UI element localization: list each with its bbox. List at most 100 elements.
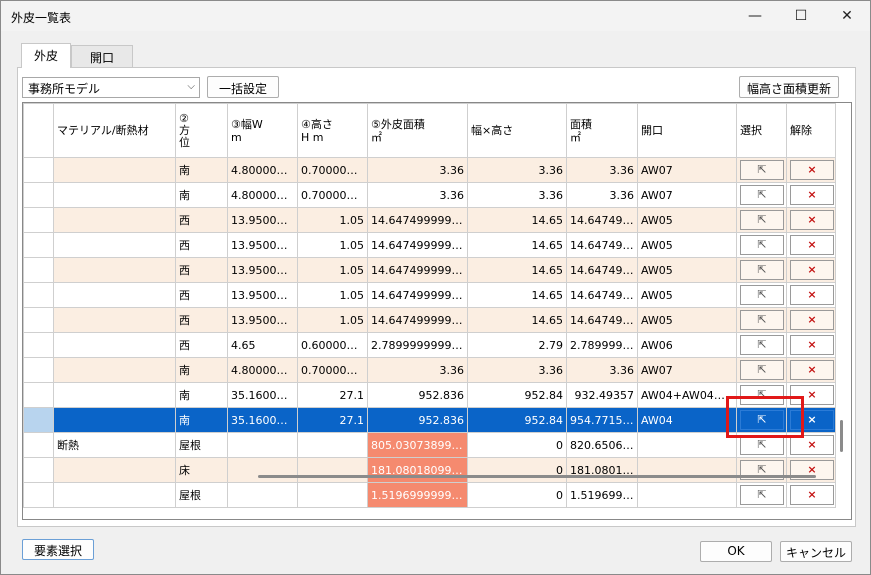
cursor-icon[interactable]: ⇱ xyxy=(740,260,784,280)
cell-area[interactable]: 3.36 xyxy=(367,182,468,208)
cell-width[interactable]: 35.160000... xyxy=(227,382,298,408)
cell-release[interactable]: × xyxy=(786,232,836,258)
cell-material[interactable] xyxy=(53,157,176,183)
cell-orientation[interactable]: 西 xyxy=(175,232,228,258)
col-header-release[interactable]: 解除 xyxy=(786,103,836,158)
cell-release[interactable]: × xyxy=(786,457,836,483)
col-header-orientation[interactable]: ②方位 xyxy=(175,103,228,158)
cell-select[interactable]: ⇱ xyxy=(736,157,787,183)
cell-height[interactable] xyxy=(297,482,368,508)
cell-select[interactable]: ⇱ xyxy=(736,282,787,308)
cursor-icon[interactable]: ⇱ xyxy=(740,485,784,505)
cell-area[interactable]: 3.36 xyxy=(367,357,468,383)
cell-width[interactable]: 4.8000000... xyxy=(227,157,298,183)
col-header-height[interactable]: ④高さ H m xyxy=(297,103,368,158)
cell-material[interactable] xyxy=(53,232,176,258)
cell-area[interactable]: 14.64749999999... xyxy=(367,282,468,308)
cell-wxh[interactable]: 14.65 xyxy=(467,207,567,233)
cell-height[interactable]: 1.05 xyxy=(297,207,368,233)
cell-wxh[interactable]: 14.65 xyxy=(467,282,567,308)
col-header-wxh[interactable]: 幅×高さ xyxy=(467,103,567,158)
cell-wxh[interactable]: 14.65 xyxy=(467,307,567,333)
cell-height[interactable]: 1.05 xyxy=(297,257,368,283)
cursor-icon[interactable]: ⇱ xyxy=(740,235,784,255)
cell-width[interactable]: 13.950000... xyxy=(227,307,298,333)
cell-select[interactable]: ⇱ xyxy=(736,482,787,508)
cell-select[interactable]: ⇱ xyxy=(736,457,787,483)
row-header-cell[interactable] xyxy=(23,307,54,333)
row-header-cell[interactable] xyxy=(23,457,54,483)
cell-select[interactable]: ⇱ xyxy=(736,182,787,208)
cell-material[interactable] xyxy=(53,357,176,383)
cell-orientation[interactable]: 西 xyxy=(175,207,228,233)
cell-select[interactable]: ⇱ xyxy=(736,257,787,283)
cell-area[interactable]: 2.789999999999... xyxy=(367,332,468,358)
cell-orientation[interactable]: 南 xyxy=(175,157,228,183)
row-header-cell[interactable] xyxy=(23,182,54,208)
cell-orientation[interactable]: 西 xyxy=(175,282,228,308)
tab-kaikou[interactable]: 開口 xyxy=(71,45,133,67)
cell-area[interactable]: 14.64749999999... xyxy=(367,307,468,333)
cell-wxh[interactable]: 0 xyxy=(467,457,567,483)
cell-height[interactable]: 0.7000000... xyxy=(297,157,368,183)
cell-width[interactable]: 13.950000... xyxy=(227,257,298,283)
cell-opening[interactable] xyxy=(637,482,737,508)
cell-opening[interactable]: AW05 xyxy=(637,282,737,308)
cell-select[interactable]: ⇱ xyxy=(736,307,787,333)
cell-height[interactable]: 1.05 xyxy=(297,232,368,258)
cursor-icon[interactable]: ⇱ xyxy=(740,210,784,230)
row-header-cell[interactable] xyxy=(23,257,54,283)
row-header-cell[interactable] xyxy=(23,482,54,508)
cell-opening[interactable]: AW05 xyxy=(637,232,737,258)
row-header-cell[interactable] xyxy=(23,282,54,308)
cell-orientation[interactable]: 南 xyxy=(175,407,228,433)
cell-wxh[interactable]: 3.36 xyxy=(467,157,567,183)
col-header-area[interactable]: ⑤外皮面積㎡ xyxy=(367,103,468,158)
cell-material[interactable] xyxy=(53,457,176,483)
cell-release[interactable]: × xyxy=(786,257,836,283)
table-row[interactable]: 断熱 屋根 805.0307389999... 0 820.65060... ⇱ × xyxy=(23,432,836,458)
vertical-scrollbar[interactable] xyxy=(840,420,843,452)
cursor-icon[interactable]: ⇱ xyxy=(740,335,784,355)
cell-width[interactable]: 35.160000... xyxy=(227,407,298,433)
cell-release[interactable]: × xyxy=(786,332,836,358)
cell-material[interactable] xyxy=(53,307,176,333)
release-x-icon[interactable]: × xyxy=(790,435,834,455)
cell-orientation[interactable]: 南 xyxy=(175,182,228,208)
cell-wxh[interactable]: 2.79 xyxy=(467,332,567,358)
table-row[interactable]: 西 13.950000... 1.05 14.64749999999... 14.65 1… xyxy=(23,282,836,308)
cursor-icon[interactable]: ⇱ xyxy=(740,285,784,305)
cell-opening[interactable]: AW07 xyxy=(637,182,737,208)
row-header-cell[interactable] xyxy=(23,382,54,408)
table-row[interactable]: 南 4.8000000... 0.7000000... 3.36 3.36 3.36 AW0… xyxy=(23,157,836,183)
row-header-cell[interactable] xyxy=(23,207,54,233)
table-row[interactable]: 南 4.8000000... 0.7000000... 3.36 3.36 3.36 AW0… xyxy=(23,182,836,208)
cell-wxh[interactable]: 3.36 xyxy=(467,357,567,383)
col-header-area2[interactable]: 面積㎡ xyxy=(566,103,638,158)
col-header-material[interactable]: マテリアル/断熱材 xyxy=(53,103,176,158)
cancel-button[interactable]: キャンセル xyxy=(780,541,852,562)
cell-material[interactable] xyxy=(53,407,176,433)
cell-width[interactable] xyxy=(227,457,298,483)
cursor-icon[interactable]: ⇱ xyxy=(740,160,784,180)
cell-area[interactable]: 181.0801809999... xyxy=(367,457,468,483)
cursor-icon[interactable]: ⇱ xyxy=(740,310,784,330)
cell-area2[interactable]: 14.647499... xyxy=(566,307,638,333)
cell-release[interactable]: × xyxy=(786,307,836,333)
cell-wxh[interactable]: 952.84 xyxy=(467,382,567,408)
cell-wxh[interactable]: 0 xyxy=(467,482,567,508)
col-header-opening[interactable]: 開口 xyxy=(637,103,737,158)
cell-orientation[interactable]: 南 xyxy=(175,357,228,383)
cell-opening[interactable]: AW04 xyxy=(637,407,737,433)
row-header-cell[interactable] xyxy=(23,407,54,433)
cell-material[interactable] xyxy=(53,257,176,283)
row-header-cell[interactable] xyxy=(23,432,54,458)
cell-material[interactable] xyxy=(53,482,176,508)
cell-opening[interactable] xyxy=(637,432,737,458)
cell-area2[interactable]: 3.36 xyxy=(566,357,638,383)
release-x-icon[interactable]: × xyxy=(790,485,834,505)
cell-area2[interactable]: 3.36 xyxy=(566,157,638,183)
cell-area2[interactable]: 14.647499... xyxy=(566,232,638,258)
cell-material[interactable] xyxy=(53,332,176,358)
cell-material[interactable]: 断熱 xyxy=(53,432,176,458)
